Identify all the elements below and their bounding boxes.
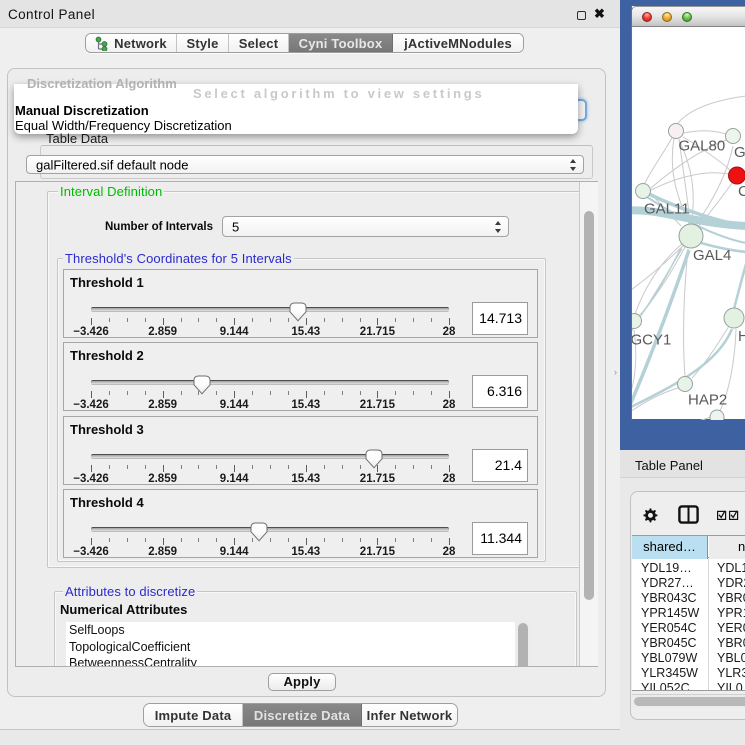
svg-text:GCY1: GCY1 (632, 332, 671, 349)
svg-text:GA: GA (734, 144, 745, 161)
svg-text:C: C (738, 183, 745, 200)
svg-text:GAL4: GAL4 (693, 247, 731, 264)
svg-text:GAL11: GAL11 (644, 201, 690, 218)
svg-text:H: H (738, 328, 745, 345)
svg-text:HAP2: HAP2 (688, 392, 727, 409)
svg-text:GAL80: GAL80 (679, 138, 726, 155)
